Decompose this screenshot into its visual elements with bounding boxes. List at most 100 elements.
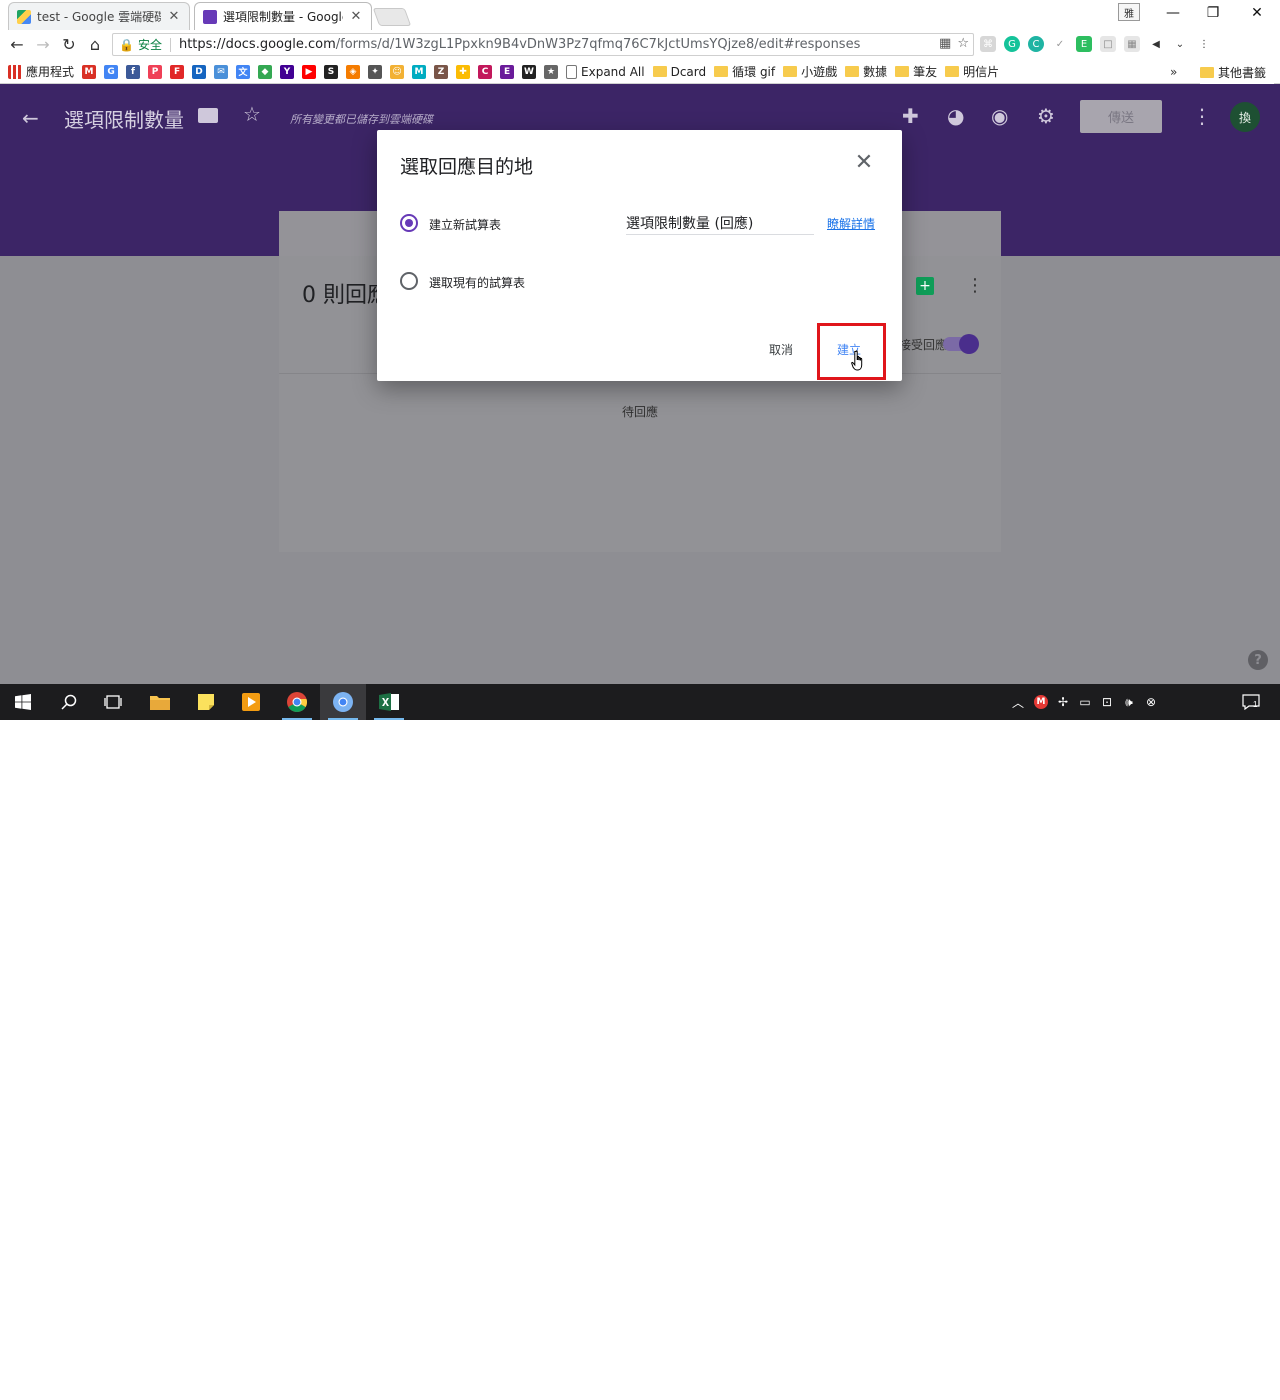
bookmark-item[interactable]: ▶	[302, 64, 317, 79]
reload-icon[interactable]: ↻	[56, 30, 82, 58]
bookmark-item[interactable]: f	[126, 64, 141, 79]
tray-m-icon[interactable]: M	[1032, 684, 1050, 720]
qr-code-icon[interactable]: ▦	[939, 36, 951, 51]
bookmark-item[interactable]: 應用程式	[8, 63, 74, 80]
bookmark-item[interactable]: 文	[236, 64, 251, 79]
task-view-button[interactable]	[90, 684, 136, 720]
battery-icon[interactable]: ▭	[1076, 684, 1094, 720]
bookmark-item[interactable]: 小遊戲	[783, 63, 837, 80]
bookmark-item[interactable]: Z	[434, 64, 449, 79]
close-icon[interactable]: ✕	[852, 150, 876, 175]
bookmark-item[interactable]: C	[478, 64, 493, 79]
send-button[interactable]: 傳送	[1080, 100, 1162, 133]
bookmark-star-icon[interactable]: ☆	[957, 36, 969, 51]
dropbox-icon[interactable]: ✢	[1054, 684, 1072, 720]
bookmark-item[interactable]: M	[412, 64, 427, 79]
restore-button[interactable]: ❐	[1190, 0, 1236, 26]
bookmark-item[interactable]: ✚	[456, 64, 471, 79]
avatar[interactable]: 換	[1230, 102, 1260, 132]
bookmark-item[interactable]: Expand All	[566, 64, 645, 79]
sheet-name-field[interactable]: 選項限制數量 (回應)	[626, 213, 814, 235]
action-center-icon[interactable]: 1	[1238, 684, 1264, 720]
bookmark-item[interactable]: E	[500, 64, 515, 79]
bookmark-item[interactable]: P	[148, 64, 163, 79]
cancel-button[interactable]: 取消	[769, 341, 793, 358]
bookmark-item[interactable]: ✉	[214, 64, 229, 79]
start-button[interactable]	[0, 684, 46, 720]
settings-gear-icon[interactable]: ⚙	[1037, 104, 1055, 128]
more-vert-icon[interactable]: ⋮	[966, 275, 984, 296]
network-icon[interactable]: ⊡	[1098, 684, 1116, 720]
bookmarks-overflow-button[interactable]: »	[1170, 60, 1177, 84]
tray-overflow-chevron-icon[interactable]: ︿	[1010, 684, 1026, 720]
bookmark-item[interactable]: ✦	[368, 64, 383, 79]
chrome-active-taskbar-button[interactable]	[320, 684, 366, 720]
form-title[interactable]: 選項限制數量	[64, 104, 184, 133]
window-extension-icon[interactable]: □	[1100, 36, 1116, 52]
pocket-extension-icon[interactable]: ⌄	[1172, 36, 1188, 52]
bookmark-item[interactable]: S	[324, 64, 339, 79]
new-tab-button[interactable]	[372, 8, 412, 26]
other-bookmarks[interactable]: 其他書籤	[1200, 60, 1275, 84]
back-arrow-icon[interactable]: ←	[4, 30, 30, 58]
bookmark-item[interactable]: G	[104, 64, 119, 79]
volume-icon[interactable]: 🕪	[1120, 684, 1138, 720]
address-bar[interactable]: 🔒 安全 https://docs.google.com/forms/d/1W3…	[112, 33, 974, 56]
radio-existing-sheet[interactable]	[400, 272, 418, 290]
radio-new-sheet[interactable]	[400, 214, 418, 232]
learn-more-link[interactable]: 瞭解詳情	[827, 215, 875, 232]
addons-puzzle-icon[interactable]: ✚	[902, 104, 919, 128]
profile-button[interactable]: 雅	[1118, 3, 1140, 21]
refresh-extension-icon[interactable]: C	[1028, 36, 1044, 52]
bookmark-item[interactable]: W	[522, 64, 537, 79]
option-new-sheet-label[interactable]: 建立新試算表	[429, 216, 501, 233]
taskbar-clock[interactable]: 上午 09:52 2017/7/6	[1160, 1370, 1232, 1400]
tab-close-icon[interactable]: ✕	[349, 9, 363, 24]
home-icon[interactable]: ⌂	[82, 30, 108, 58]
accepting-responses-toggle[interactable]	[943, 334, 979, 354]
file-explorer-button[interactable]	[137, 684, 183, 720]
volume-extension-icon[interactable]: ◀	[1148, 36, 1164, 52]
bookmark-item[interactable]: ◆	[258, 64, 273, 79]
preview-eye-icon[interactable]: ◉	[991, 104, 1008, 128]
bookmark-item[interactable]: 明信片	[945, 63, 999, 80]
grid-extension-icon[interactable]: ▦	[1124, 36, 1140, 52]
tab-forms[interactable]: 選項限制數量 - Google ✕	[194, 2, 372, 30]
bookmark-item[interactable]: 筆友	[895, 63, 937, 80]
bookmark-item[interactable]: 數據	[845, 63, 887, 80]
chrome-taskbar-button[interactable]	[274, 684, 320, 720]
window-close-button[interactable]: ✕	[1234, 0, 1280, 26]
grammarly-icon[interactable]: G	[1004, 36, 1020, 52]
bookmark-item[interactable]: 循環 gif	[714, 63, 775, 80]
bookmark-item[interactable]: D	[192, 64, 207, 79]
sheets-icon[interactable]: +	[916, 277, 934, 295]
help-icon[interactable]: ?	[1248, 650, 1268, 670]
media-player-button[interactable]	[228, 684, 274, 720]
more-vert-icon[interactable]: ⋮	[1192, 104, 1212, 128]
tab-drive[interactable]: test - Google 雲端硬碟 ✕	[8, 2, 190, 30]
bookmark-item[interactable]: ★	[544, 64, 559, 79]
search-button[interactable]	[46, 684, 92, 720]
option-existing-sheet-label[interactable]: 選取現有的試算表	[429, 274, 525, 291]
pdf-extension-icon[interactable]: ⌘	[980, 36, 996, 52]
bookmark-item[interactable]: ☺	[390, 64, 405, 79]
back-arrow-icon[interactable]: ←	[22, 106, 39, 130]
bookmark-item[interactable]: Dcard	[652, 65, 706, 79]
chrome-menu-icon[interactable]: ⋮	[1196, 36, 1212, 52]
star-icon[interactable]: ☆	[243, 102, 261, 126]
folder-icon[interactable]	[198, 108, 218, 123]
waiting-responses-text: 待回應	[621, 405, 658, 419]
forward-arrow-icon[interactable]: →	[30, 30, 56, 58]
check-extension-icon[interactable]: ✓	[1052, 36, 1068, 52]
palette-icon[interactable]: ◕	[947, 104, 964, 128]
sticky-note-icon	[198, 694, 214, 710]
bookmark-item[interactable]: F	[170, 64, 185, 79]
bookmark-item[interactable]: ◈	[346, 64, 361, 79]
tray-close-icon[interactable]: ⊗	[1142, 684, 1160, 720]
tab-close-icon[interactable]: ✕	[167, 9, 181, 24]
evernote-icon[interactable]: E	[1076, 36, 1092, 52]
bookmark-item[interactable]: Y	[280, 64, 295, 79]
excel-taskbar-button[interactable]	[366, 684, 412, 720]
bookmark-item[interactable]: M	[82, 64, 97, 79]
sticky-notes-button[interactable]	[183, 684, 229, 720]
